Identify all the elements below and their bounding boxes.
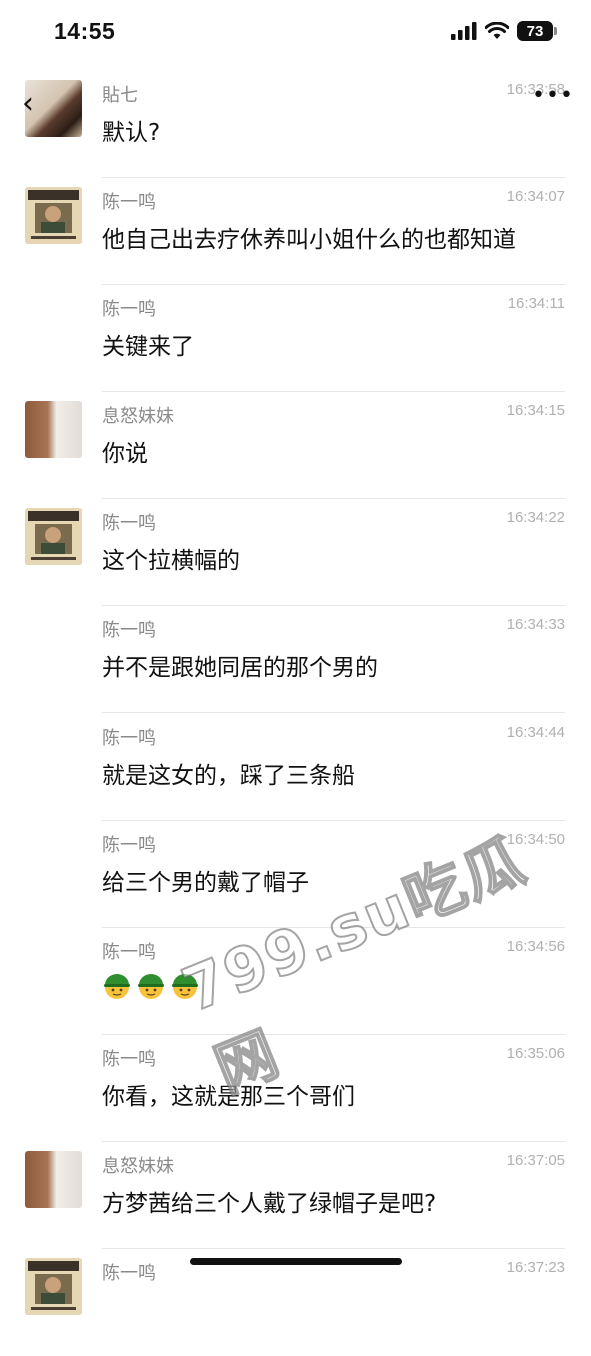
sender-name: 陈一鸣: [102, 513, 156, 534]
message-timestamp: 16:34:15: [506, 402, 565, 419]
status-icons: 73: [451, 21, 557, 41]
message-text: 默认?: [102, 120, 161, 146]
message-text: 你说: [102, 441, 148, 467]
message-timestamp: 16:34:22: [506, 509, 565, 526]
wanted-poster-avatar[interactable]: [25, 187, 82, 244]
message-text: 并不是跟她同居的那个男的: [102, 655, 378, 681]
message-row[interactable]: 息怒妹妹 16:34:15 你说: [0, 392, 591, 499]
home-indicator: [190, 1258, 402, 1265]
message-timestamp: 16:37:05: [506, 1152, 565, 1169]
message-text: 给三个男的戴了帽子: [102, 870, 309, 896]
message-row[interactable]: 陈一鸣 16:34:11 关键来了: [0, 285, 591, 392]
message-text: 关键来了: [102, 334, 194, 360]
message-timestamp: 16:34:33: [506, 616, 565, 633]
wanted-poster-avatar[interactable]: [25, 508, 82, 565]
sender-name: 陈一鸣: [102, 728, 156, 749]
status-time: 14:55: [54, 18, 116, 44]
message-timestamp: 16:34:11: [507, 295, 565, 312]
girl-avatar[interactable]: [25, 1151, 82, 1208]
sender-name: 貼七: [102, 85, 138, 106]
back-chevron-icon[interactable]: ‹: [22, 86, 34, 121]
sender-name: 息怒妹妹: [102, 1156, 174, 1177]
divider: [102, 712, 565, 713]
message-row[interactable]: 貼七 16:33:58 默认?: [0, 71, 591, 178]
sender-name: 陈一鸣: [102, 942, 156, 963]
green-hat-emoji: [138, 974, 164, 999]
message-timestamp: 16:34:44: [506, 724, 565, 741]
sender-name: 陈一鸣: [102, 1263, 156, 1284]
message-text: 方梦茜给三个人戴了绿帽子是吧?: [102, 1191, 437, 1217]
message-timestamp: 16:35:06: [506, 1045, 565, 1062]
sender-name: 陈一鸣: [102, 299, 156, 320]
message-row[interactable]: 陈一鸣 16:37:23: [0, 1249, 591, 1356]
wifi-icon: [485, 22, 509, 39]
message-row[interactable]: 陈一鸣 16:34:07 他自己出去疗休养叫小姐什么的也都知道: [0, 178, 591, 285]
message-row[interactable]: 陈一鸣 16:34:33 并不是跟她同居的那个男的: [0, 606, 591, 713]
message-text: 他自己出去疗休养叫小姐什么的也都知道: [102, 227, 516, 253]
message-timestamp: 16:37:23: [506, 1259, 565, 1276]
battery-indicator: 73: [517, 21, 557, 41]
message-row[interactable]: 陈一鸣 16:34:22 这个拉横幅的: [0, 499, 591, 606]
status-bar: 14:55 73: [0, 0, 591, 66]
signal-icon: [451, 22, 477, 40]
message-row[interactable]: 陈一鸣 16:34:44 就是这女的，踩了三条船: [0, 714, 591, 821]
sender-name: 陈一鸣: [102, 835, 156, 856]
more-dots-icon[interactable]: •••: [532, 83, 574, 108]
wanted-poster-avatar[interactable]: [25, 1258, 82, 1315]
message-text: 就是这女的，踩了三条船: [102, 763, 355, 789]
message-timestamp: 16:34:07: [506, 188, 565, 205]
girl-avatar[interactable]: [25, 401, 82, 458]
sender-name: 息怒妹妹: [102, 406, 174, 427]
message-text: 这个拉横幅的: [102, 548, 240, 574]
green-hat-emoji: [104, 974, 130, 999]
sender-name: 陈一鸣: [102, 1049, 156, 1070]
sender-name: 陈一鸣: [102, 192, 156, 213]
sender-name: 陈一鸣: [102, 620, 156, 641]
message-row[interactable]: 息怒妹妹 16:37:05 方梦茜给三个人戴了绿帽子是吧?: [0, 1142, 591, 1249]
